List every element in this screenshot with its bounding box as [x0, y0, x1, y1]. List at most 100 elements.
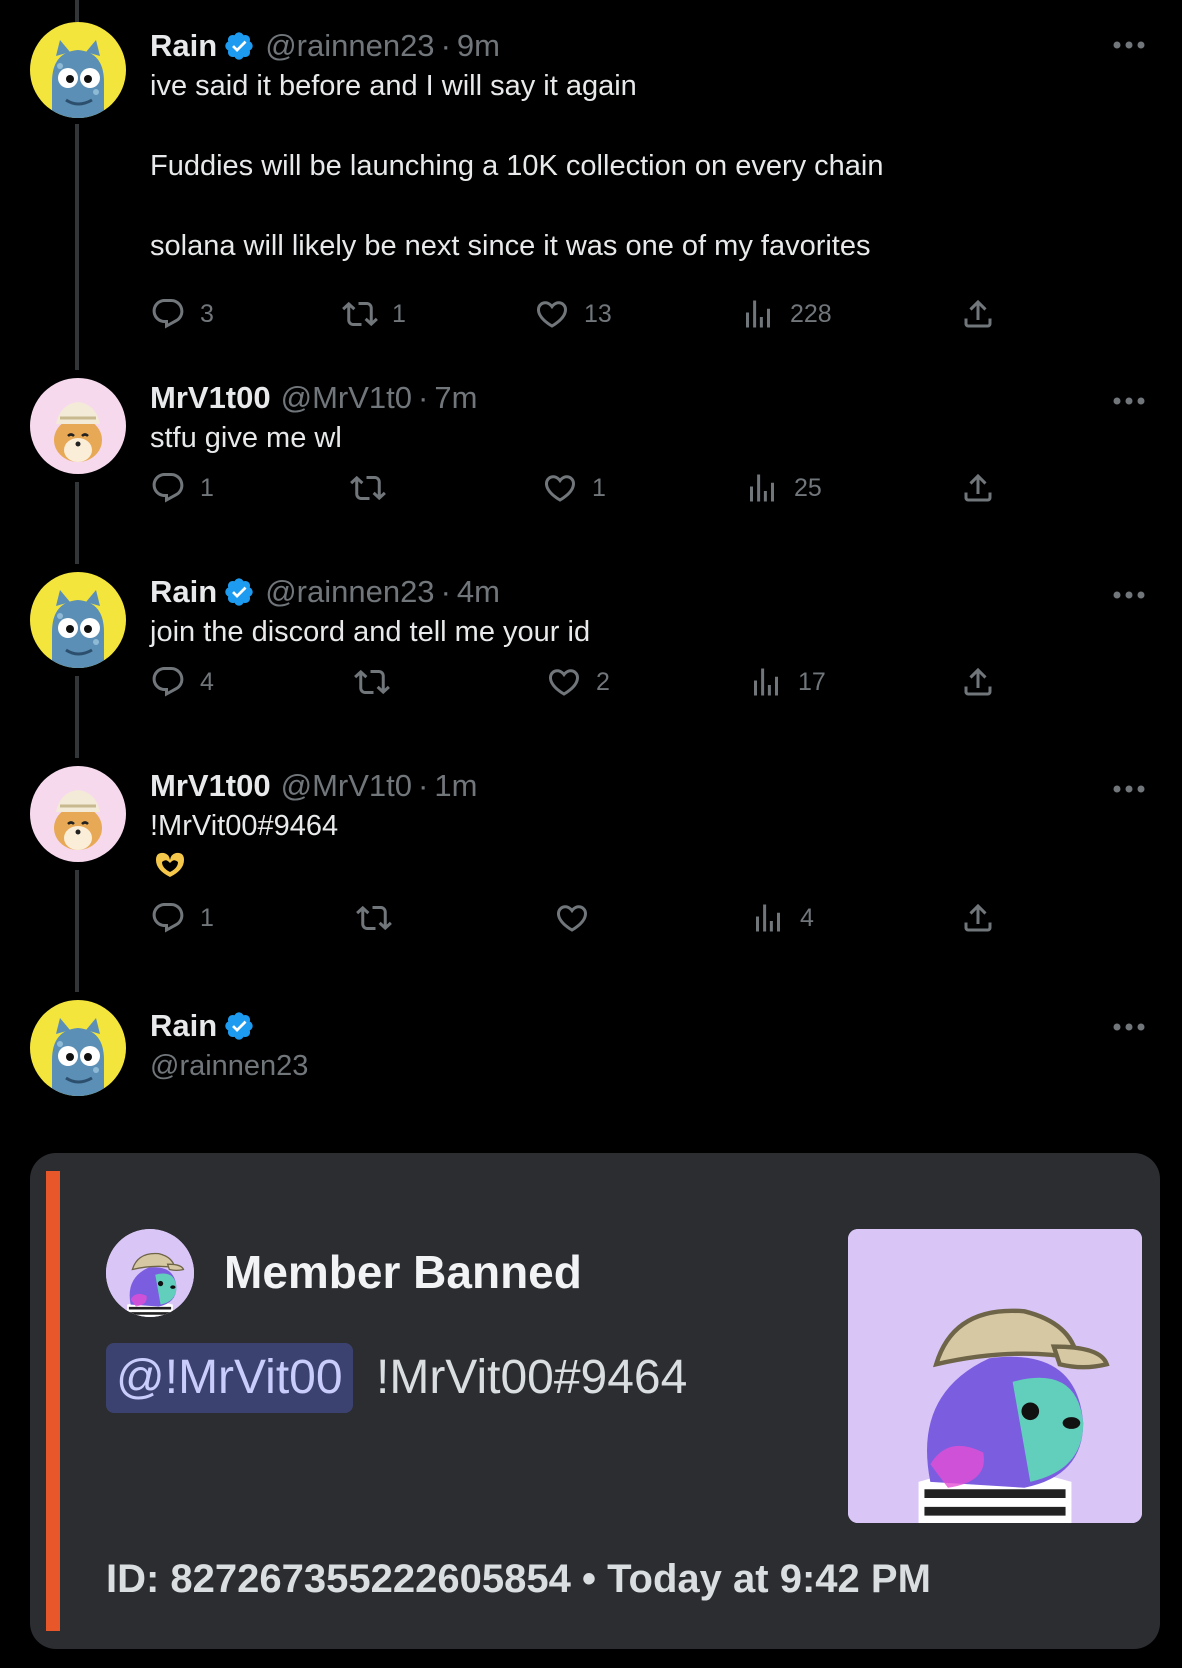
tweet-text: stfu give me wl [150, 422, 342, 454]
action-bar: 1 1 25 [150, 468, 1010, 508]
verified-icon [223, 1010, 255, 1042]
avatar[interactable] [30, 22, 126, 118]
like-button[interactable]: 2 [546, 662, 610, 702]
bot-avatar [106, 1229, 194, 1317]
embed-accent-bar [46, 1171, 60, 1631]
like-button[interactable]: 13 [534, 294, 612, 334]
tweet-text: ive said it before and I will say it aga… [150, 70, 884, 262]
separator: · [440, 574, 451, 609]
thread-line [75, 482, 79, 564]
more-icon[interactable] [1112, 1022, 1146, 1032]
action-bar: 3 1 13 228 [150, 294, 1010, 334]
action-bar: 4 2 17 [150, 662, 1010, 702]
user-handle[interactable]: @MrV1t0 [281, 380, 412, 416]
reply-button[interactable]: 4 [150, 662, 214, 702]
user-tag: !MrVit00#9464 [376, 1351, 688, 1404]
like-icon [554, 900, 590, 936]
share-button[interactable] [960, 662, 996, 702]
reply-count: 1 [200, 903, 214, 932]
display-name[interactable]: Rain [150, 1008, 217, 1044]
timestamp[interactable]: 4m [457, 574, 500, 610]
like-count: 2 [596, 667, 610, 696]
timestamp[interactable]: 9m [457, 28, 500, 64]
attached-image[interactable]: Member Banned @!MrVit00 !MrVit00#9464 ID… [30, 1153, 1160, 1649]
like-count: 1 [592, 473, 606, 502]
retweet-button[interactable] [354, 662, 404, 702]
more-icon[interactable] [1112, 396, 1146, 406]
views-icon [748, 664, 784, 700]
retweet-icon [356, 900, 392, 936]
view-count: 25 [794, 473, 822, 502]
embed-title: Member Banned [224, 1246, 582, 1298]
tweet-text: !MrVit00#9464 [150, 810, 339, 842]
avatar[interactable] [30, 1000, 126, 1096]
share-button[interactable] [960, 898, 996, 938]
user-handle[interactable]: @rainnen23 [150, 1050, 1110, 1083]
avatar[interactable] [30, 378, 126, 474]
views-button[interactable]: 25 [744, 468, 822, 508]
timestamp[interactable]: 7m [434, 380, 477, 416]
display-name[interactable]: MrV1t00 [150, 380, 271, 416]
reply-icon [150, 296, 186, 332]
view-count: 4 [800, 903, 814, 932]
view-count: 17 [798, 667, 826, 696]
views-button[interactable]: 228 [740, 294, 832, 334]
views-button[interactable]: 17 [748, 662, 826, 702]
separator: · [418, 768, 429, 803]
reply-icon [150, 664, 186, 700]
share-button[interactable] [960, 468, 996, 508]
verified-icon [223, 576, 255, 608]
tweet-header: Rain @rainnen23 · 4m [150, 572, 1110, 612]
share-icon [960, 470, 996, 506]
reply-button[interactable]: 1 [150, 468, 214, 508]
tweet-text: join the discord and tell me your id [150, 616, 591, 648]
action-bar: 1 4 [150, 898, 1010, 938]
reply-count: 3 [200, 299, 214, 328]
display-name[interactable]: MrV1t00 [150, 768, 271, 804]
display-name[interactable]: Rain [150, 574, 217, 610]
user-handle[interactable]: @rainnen23 [265, 574, 434, 610]
like-button[interactable] [554, 898, 604, 938]
main-author-name-row: Rain [150, 1008, 1110, 1044]
retweet-button[interactable] [350, 468, 400, 508]
like-icon [542, 470, 578, 506]
retweet-icon [342, 296, 378, 332]
share-icon [960, 296, 996, 332]
reply-icon [150, 470, 186, 506]
views-button[interactable]: 4 [750, 898, 814, 938]
share-icon [960, 900, 996, 936]
retweet-button[interactable] [356, 898, 406, 938]
reply-button[interactable]: 1 [150, 898, 214, 938]
user-handle[interactable]: @rainnen23 [265, 28, 434, 64]
user-handle[interactable]: @MrV1t0 [281, 768, 412, 804]
more-icon[interactable] [1112, 40, 1146, 50]
tweet-header: MrV1t00 @MrV1t0 · 7m [150, 378, 1110, 418]
views-icon [740, 296, 776, 332]
thread-line [75, 124, 79, 370]
share-icon [960, 664, 996, 700]
like-icon [534, 296, 570, 332]
embed-footer: ID: 827267355222605854 • Today at 9:42 P… [106, 1557, 931, 1601]
like-button[interactable]: 1 [542, 468, 606, 508]
retweet-icon [350, 470, 386, 506]
reply-button[interactable]: 3 [150, 294, 214, 334]
reply-count: 1 [200, 473, 214, 502]
timestamp[interactable]: 1m [434, 768, 477, 804]
verified-icon [223, 30, 255, 62]
tweet-header: MrV1t00 @MrV1t0 · 1m [150, 766, 1110, 806]
retweet-count: 1 [392, 299, 406, 328]
thread-line [75, 676, 79, 758]
share-button[interactable] [960, 294, 996, 334]
reply-count: 4 [200, 667, 214, 696]
views-icon [744, 470, 780, 506]
more-icon[interactable] [1112, 590, 1146, 600]
thread-line [75, 870, 79, 992]
avatar[interactable] [30, 572, 126, 668]
display-name[interactable]: Rain [150, 28, 217, 64]
view-count: 228 [790, 299, 832, 328]
separator: · [418, 380, 429, 415]
separator: · [440, 28, 451, 63]
avatar[interactable] [30, 766, 126, 862]
more-icon[interactable] [1112, 784, 1146, 794]
retweet-button[interactable]: 1 [342, 294, 406, 334]
